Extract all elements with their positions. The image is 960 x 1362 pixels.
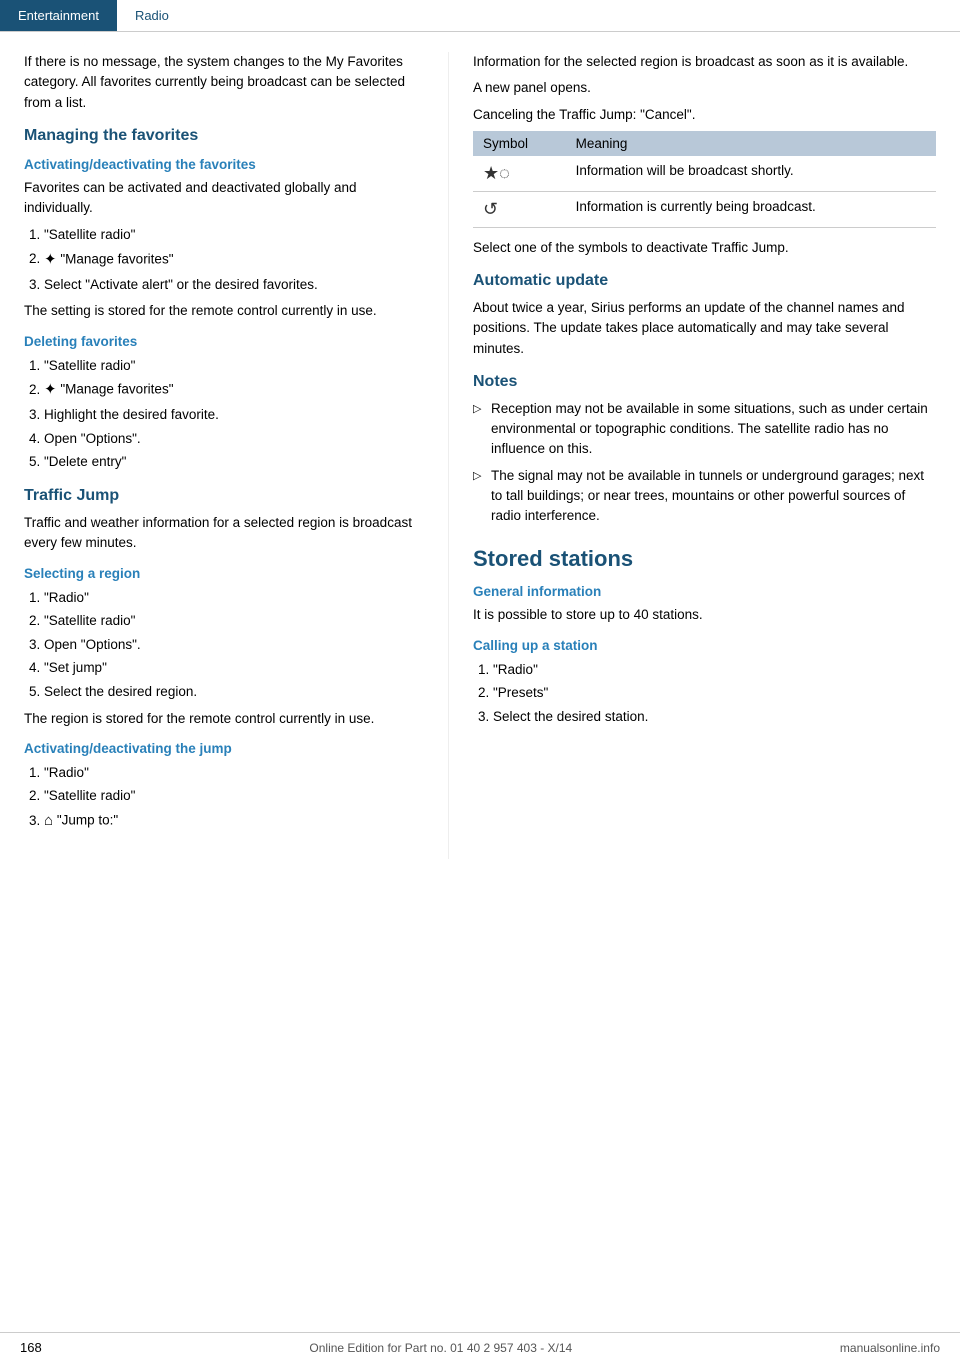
table-header-meaning: Meaning <box>566 131 936 156</box>
tab-entertainment-label: Entertainment <box>18 8 99 23</box>
calling-steps-list: "Radio" "Presets" Select the desired sta… <box>493 659 936 728</box>
deleting-step-5: "Delete entry" <box>44 451 424 473</box>
footer-text: Online Edition for Part no. 01 40 2 957 … <box>309 1341 572 1355</box>
left-column: If there is no message, the system chang… <box>0 52 448 859</box>
activating-step-2: ✦ "Manage favorites" <box>44 248 424 272</box>
broadcast-soon-icon: ★◌ <box>483 163 510 183</box>
deleting-steps-list: "Satellite radio" ✦ "Manage favorites" H… <box>44 355 424 473</box>
symbol-cell-2: ↺ <box>473 191 566 227</box>
right-column: Information for the selected region is b… <box>448 52 960 859</box>
subsection-general-title: General information <box>473 584 936 599</box>
selecting-step-4: "Set jump" <box>44 657 424 679</box>
section-stored-stations-title: Stored stations <box>473 546 936 572</box>
general-body: It is possible to store up to 40 station… <box>473 605 936 625</box>
activating-step-3: Select "Activate alert" or the desired f… <box>44 274 424 296</box>
info-line2: A new panel opens. <box>473 78 936 98</box>
subsection-calling-title: Calling up a station <box>473 638 936 653</box>
calling-step-2: "Presets" <box>493 682 936 704</box>
tab-entertainment[interactable]: Entertainment <box>0 0 117 31</box>
footer: 168 Online Edition for Part no. 01 40 2 … <box>0 1332 960 1362</box>
info-line1: Information for the selected region is b… <box>473 52 936 72</box>
jump-step-2: "Satellite radio" <box>44 785 424 807</box>
auto-update-body: About twice a year, Sirius performs an u… <box>473 298 936 359</box>
jump-step-1: "Radio" <box>44 762 424 784</box>
jump-icon: ⌂ <box>44 809 53 833</box>
table-row: ↺ Information is currently being broadca… <box>473 191 936 227</box>
table-header-symbol: Symbol <box>473 131 566 156</box>
selecting-step-3: Open "Options". <box>44 634 424 656</box>
intro-paragraph: If there is no message, the system chang… <box>24 52 424 113</box>
watermark: manualsonline.info <box>840 1341 940 1355</box>
section-managing-title: Managing the favorites <box>24 127 424 145</box>
favorites-icon: ✦ <box>44 248 57 272</box>
section-traffic-title: Traffic Jump <box>24 487 424 505</box>
deleting-step-4: Open "Options". <box>44 428 424 450</box>
activating-jump-steps-list: "Radio" "Satellite radio" ⌂ "Jump to:" <box>44 762 424 833</box>
deleting-step-3: Highlight the desired favorite. <box>44 404 424 426</box>
activating-body: Favorites can be activated and deactivat… <box>24 178 424 219</box>
selecting-step-5: Select the desired region. <box>44 681 424 703</box>
jump-step-3: ⌂ "Jump to:" <box>44 809 424 833</box>
deleting-step-1: "Satellite radio" <box>44 355 424 377</box>
selecting-step-1: "Radio" <box>44 587 424 609</box>
meaning-cell-2: Information is currently being broadcast… <box>566 191 936 227</box>
calling-step-3: Select the desired station. <box>493 706 936 728</box>
main-content: If there is no message, the system chang… <box>0 32 960 859</box>
subsection-activating-jump-title: Activating/deactivating the jump <box>24 741 424 756</box>
notes-list: Reception may not be available in some s… <box>473 399 936 527</box>
note-item-2: The signal may not be available in tunne… <box>473 466 936 527</box>
section-notes-title: Notes <box>473 373 936 391</box>
deleting-step-2: ✦ "Manage favorites" <box>44 378 424 402</box>
activating-note: The setting is stored for the remote con… <box>24 301 424 321</box>
symbol-cell-1: ★◌ <box>473 156 566 192</box>
subsection-selecting-title: Selecting a region <box>24 566 424 581</box>
note-item-1: Reception may not be available in some s… <box>473 399 936 460</box>
broadcasting-icon: ↺ <box>483 199 498 219</box>
info-line3: Canceling the Traffic Jump: "Cancel". <box>473 105 936 125</box>
subsection-activating-title: Activating/deactivating the favorites <box>24 157 424 172</box>
activating-steps-list: "Satellite radio" ✦ "Manage favorites" S… <box>44 224 424 295</box>
select-symbols-text: Select one of the symbols to deactivate … <box>473 238 936 258</box>
activating-step-1: "Satellite radio" <box>44 224 424 246</box>
symbol-table: Symbol Meaning ★◌ Information will be br… <box>473 131 936 228</box>
selecting-steps-list: "Radio" "Satellite radio" Open "Options"… <box>44 587 424 703</box>
calling-step-1: "Radio" <box>493 659 936 681</box>
selecting-note: The region is stored for the remote cont… <box>24 709 424 729</box>
page-number: 168 <box>20 1340 42 1355</box>
tab-radio-label: Radio <box>135 8 169 23</box>
meaning-cell-1: Information will be broadcast shortly. <box>566 156 936 192</box>
table-row: ★◌ Information will be broadcast shortly… <box>473 156 936 192</box>
section-auto-update-title: Automatic update <box>473 272 936 290</box>
selecting-step-2: "Satellite radio" <box>44 610 424 632</box>
header: Entertainment Radio <box>0 0 960 32</box>
manage-icon: ✦ <box>44 378 57 402</box>
tab-radio[interactable]: Radio <box>117 0 187 31</box>
table-header-row: Symbol Meaning <box>473 131 936 156</box>
subsection-deleting-title: Deleting favorites <box>24 334 424 349</box>
traffic-body: Traffic and weather information for a se… <box>24 513 424 554</box>
